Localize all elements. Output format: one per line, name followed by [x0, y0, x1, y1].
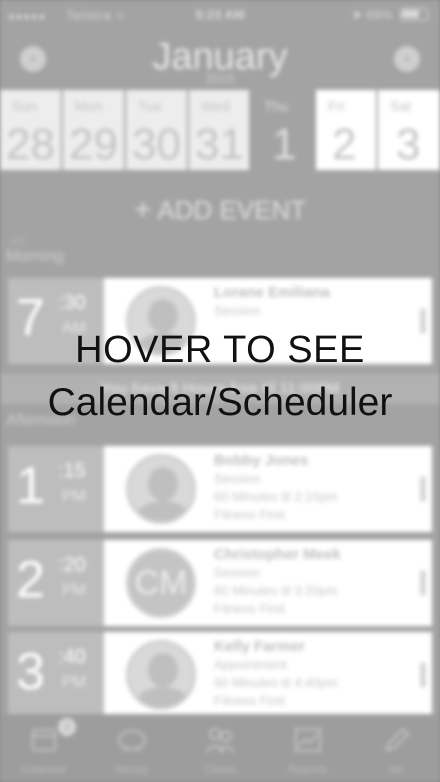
client-avatar — [126, 640, 196, 710]
appointment-location: Fitness First — [214, 693, 285, 708]
day-date: 3 — [396, 120, 421, 169]
calendar-icon — [32, 729, 56, 751]
appointment-duration: 60 Minutes til 4:40pm — [214, 675, 338, 690]
tab-label: Money — [115, 764, 149, 776]
status-bar: ●●●●● Telstra ≈ 9:23 AM ➤ 66% — [0, 0, 440, 30]
day-date: 28 — [6, 120, 55, 169]
day-date: 30 — [132, 120, 181, 169]
appointment-info: Bobby Jones Session 60 Minutes til 2:15p… — [214, 452, 338, 524]
tab-reports[interactable]: Reports — [264, 714, 352, 782]
chart-icon — [295, 728, 321, 752]
overlay-feature-title: Calendar/Scheduler — [47, 381, 393, 424]
year-label: 2015 — [205, 71, 235, 86]
appointment-duration: 60 Minutes til 3:20pm — [214, 583, 338, 598]
tab-money[interactable]: Money — [88, 714, 176, 782]
battery-icon — [400, 8, 428, 21]
appointment-time: 2 :20 PM — [8, 540, 104, 626]
appointment-info: Lorane Emiliana Session — [214, 284, 330, 320]
appointment-card[interactable]: 3 :40 PM Kelly Farmer Appointment 60 Min… — [8, 632, 432, 718]
day-date: 29 — [69, 120, 118, 169]
add-event-button[interactable]: + ADD EVENT — [0, 176, 440, 244]
piggy-bank-icon — [118, 730, 146, 752]
appointment-type: Session — [214, 471, 261, 486]
tab-calendar[interactable]: 2 Calendar — [0, 714, 88, 782]
appointment-hour: 2 — [16, 551, 45, 609]
appointment-info: Kelly Farmer Appointment 60 Minutes til … — [214, 638, 338, 710]
tab-label: Reports — [288, 764, 328, 776]
appointment-minutes: :40 — [58, 646, 86, 668]
appointment-time: 1 :15 PM — [8, 446, 104, 532]
tab-label: Me — [388, 764, 404, 776]
week-strip: Sun 28 Mon 29 Tue 30 Wed 31 Thu 1 Fri 2 … — [0, 90, 440, 170]
overlay-hover-prompt: HOVER TO SEE — [75, 329, 365, 371]
appointment-card[interactable]: 1 :15 PM Bobby Jones Session 60 Minutes … — [8, 446, 432, 532]
appointment-duration: 60 Minutes til 2:15pm — [214, 489, 338, 504]
day-name: Tue — [138, 98, 162, 114]
day-name: Wed — [201, 98, 230, 114]
appointment-hour: 1 — [16, 457, 45, 515]
client-name: Kelly Farmer — [214, 638, 305, 655]
appointment-minutes: :20 — [58, 554, 86, 576]
day-sat[interactable]: Sat 3 — [378, 90, 440, 170]
day-name: Thu — [264, 98, 289, 114]
tab-clients[interactable]: Clients — [176, 714, 264, 782]
appointment-location: Fitness First — [214, 507, 285, 522]
month-header: ‹ January 2015 › — [0, 30, 440, 88]
client-name: Lorane Emiliana — [214, 284, 330, 301]
appointment-time: 3 :40 PM — [8, 632, 104, 718]
appointment-ampm: PM — [62, 488, 86, 505]
day-tue[interactable]: Tue 30 — [126, 90, 187, 170]
day-wed[interactable]: Wed 31 — [189, 90, 249, 170]
day-name: Sat — [390, 98, 412, 114]
tab-label: Clients — [203, 764, 237, 776]
battery-indicator: ➤ 66% — [352, 7, 428, 23]
appointment-ampm: PM — [62, 674, 86, 691]
morning-count: 1/3 — [10, 236, 26, 248]
drag-handle-icon[interactable] — [420, 570, 426, 596]
appointment-location: Fitness First — [214, 601, 285, 616]
pencil-icon — [385, 727, 410, 752]
plus-icon: + — [133, 193, 152, 226]
appointment-type: Session — [214, 565, 261, 580]
client-name: Christopher Meek — [214, 546, 341, 563]
appointment-hour: 3 — [16, 643, 45, 701]
next-month-button[interactable]: › — [394, 46, 420, 72]
client-name: Bobby Jones — [214, 452, 309, 469]
section-morning: Morning — [6, 248, 64, 265]
tab-me[interactable]: Me — [352, 714, 440, 782]
battery-percent: 66% — [366, 7, 393, 22]
day-date: 2 — [332, 120, 357, 169]
appointment-minutes: :30 — [58, 292, 86, 314]
day-name: Fri — [328, 98, 345, 114]
client-avatar — [126, 454, 196, 524]
day-name: Sun — [12, 98, 37, 114]
add-event-label: ADD EVENT — [157, 195, 307, 225]
clients-icon — [205, 728, 235, 753]
day-thu-today[interactable]: Thu 1 — [252, 90, 314, 170]
location-arrow-icon: ➤ — [351, 7, 363, 22]
day-fri[interactable]: Fri 2 — [316, 90, 376, 170]
tab-bar: 2 Calendar Money Clients Reports Me — [0, 714, 440, 782]
appointment-card[interactable]: 2 :20 PM CM Christopher Meek Session 60 … — [8, 540, 432, 626]
drag-handle-icon[interactable] — [420, 476, 426, 502]
drag-handle-icon[interactable] — [420, 662, 426, 688]
day-sun[interactable]: Sun 28 — [0, 90, 61, 170]
appointment-minutes: :15 — [58, 460, 86, 482]
day-date: 1 — [272, 120, 297, 169]
calendar-badge: 2 — [58, 718, 76, 736]
client-avatar-initials: CM — [126, 548, 196, 618]
appointment-ampm: PM — [62, 582, 86, 599]
day-date: 31 — [195, 120, 244, 169]
hover-overlay-caption[interactable]: HOVER TO SEE Calendar/Scheduler — [0, 328, 440, 438]
appointment-info: Christopher Meek Session 60 Minutes til … — [214, 546, 341, 618]
day-name: Mon — [75, 98, 103, 114]
day-mon[interactable]: Mon 29 — [63, 90, 124, 170]
appointment-type: Appointment — [214, 657, 287, 672]
tab-label: Calendar — [21, 764, 67, 776]
appointment-type: Session — [214, 303, 261, 318]
